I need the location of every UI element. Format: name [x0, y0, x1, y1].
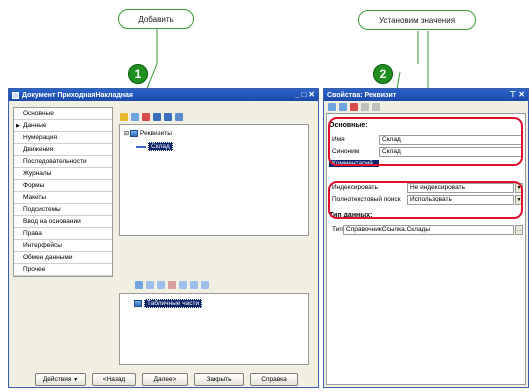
- nav-item[interactable]: Макеты: [14, 192, 112, 204]
- add-child-icon[interactable]: [131, 113, 139, 121]
- document-window: Документ ПриходнаяНакладная _ □ ✕ Основн…: [8, 88, 319, 388]
- document-title: Документ ПриходнаяНакладная: [22, 91, 134, 99]
- nav-item[interactable]: Обмен данными: [14, 252, 112, 264]
- properties-title: Свойства: Реквизит: [327, 91, 397, 99]
- attributes-toolbar: [120, 113, 183, 121]
- close-icon[interactable]: ✕: [308, 90, 315, 100]
- tree-root-label: Реквизиты: [140, 130, 172, 137]
- callout-add: Добавить: [118, 9, 194, 29]
- back-button[interactable]: <Назад: [92, 373, 136, 386]
- categorized-icon[interactable]: [339, 103, 347, 111]
- nav-item[interactable]: Журналы: [14, 168, 112, 180]
- tree-child-row[interactable]: Склад: [136, 142, 173, 151]
- step-badge-2: 2: [373, 64, 393, 84]
- tab-parts-tree: Табличные части: [119, 293, 309, 365]
- document-titlebar: Документ ПриходнаяНакладная _ □ ✕: [9, 89, 318, 101]
- up-icon[interactable]: [179, 281, 187, 289]
- tab-parts-toolbar: [135, 281, 209, 289]
- delete-tab-icon[interactable]: [168, 281, 176, 289]
- tab-parts-row[interactable]: Табличные части: [134, 299, 203, 308]
- tab-parts-label: Табличные части: [144, 299, 203, 308]
- type-row: Тип СправочникСсылка.Склады …: [329, 224, 523, 235]
- filter-icon[interactable]: [350, 103, 358, 111]
- highlight-data-type: [328, 181, 523, 219]
- nav-item[interactable]: Формы: [14, 180, 112, 192]
- pin-icon[interactable]: ⊤: [509, 90, 516, 100]
- maximize-icon[interactable]: □: [301, 90, 306, 100]
- nav-item[interactable]: Подсистемы: [14, 204, 112, 216]
- nav-item[interactable]: Ввод на основании: [14, 216, 112, 228]
- add-column-icon[interactable]: [146, 281, 154, 289]
- properties-titlebar: Свойства: Реквизит ⊤ ✕: [324, 89, 528, 101]
- nav-item[interactable]: Интерфейсы: [14, 240, 112, 252]
- sort-alpha-icon[interactable]: [328, 103, 336, 111]
- step-badge-1: 1: [128, 64, 148, 84]
- document-icon: [12, 91, 19, 99]
- type-select-icon[interactable]: …: [515, 224, 523, 235]
- add-icon[interactable]: [120, 113, 128, 121]
- help-button[interactable]: Справка: [250, 373, 298, 386]
- tree-child-label: Склад: [148, 142, 173, 151]
- sections-nav: ОсновныеДанныеНумерацияДвиженияПоследова…: [13, 107, 113, 277]
- nav-item[interactable]: Данные: [14, 120, 112, 132]
- table-icon: [134, 300, 142, 307]
- dropdown-icon: ▼: [73, 376, 79, 383]
- move-up-icon[interactable]: [153, 113, 161, 121]
- type-field[interactable]: СправочникСсылка.Склады: [343, 224, 514, 235]
- next-button[interactable]: Далее>: [142, 373, 188, 386]
- accept-icon[interactable]: [372, 103, 380, 111]
- highlight-main-properties: [328, 117, 523, 166]
- sort-tab-icon[interactable]: [201, 281, 209, 289]
- nav-item[interactable]: Движения: [14, 144, 112, 156]
- attribute-icon: [136, 145, 146, 148]
- nav-item[interactable]: Основные: [14, 108, 112, 120]
- tree-root-row[interactable]: ⊟ Реквизиты: [124, 130, 172, 137]
- close-button[interactable]: Закрыть: [194, 373, 244, 386]
- minimize-icon[interactable]: _: [295, 90, 299, 100]
- props-close-icon[interactable]: ✕: [518, 90, 525, 100]
- callout-set-values: Установим значения: [358, 10, 476, 30]
- properties-toolbar: [328, 103, 380, 111]
- down-icon[interactable]: [190, 281, 198, 289]
- nav-item[interactable]: Последовательности: [14, 156, 112, 168]
- add-tab-part-icon[interactable]: [135, 281, 143, 289]
- collapse-icon[interactable]: ⊟: [124, 130, 129, 137]
- cancel-icon[interactable]: [361, 103, 369, 111]
- nav-item[interactable]: Права: [14, 228, 112, 240]
- attributes-tree: ⊟ Реквизиты Склад: [119, 124, 309, 236]
- delete-icon[interactable]: [142, 113, 150, 121]
- wizard-buttons: Действия ▼ <Назад Далее> Закрыть Справка: [35, 373, 298, 386]
- move-down-icon[interactable]: [164, 113, 172, 121]
- attributes-folder-icon: [130, 130, 139, 137]
- nav-item[interactable]: Прочее: [14, 264, 112, 276]
- type-label: Тип: [332, 226, 343, 233]
- copy-icon[interactable]: [157, 281, 165, 289]
- sort-icon[interactable]: [175, 113, 183, 121]
- nav-item[interactable]: Нумерация: [14, 132, 112, 144]
- actions-button[interactable]: Действия ▼: [35, 373, 86, 386]
